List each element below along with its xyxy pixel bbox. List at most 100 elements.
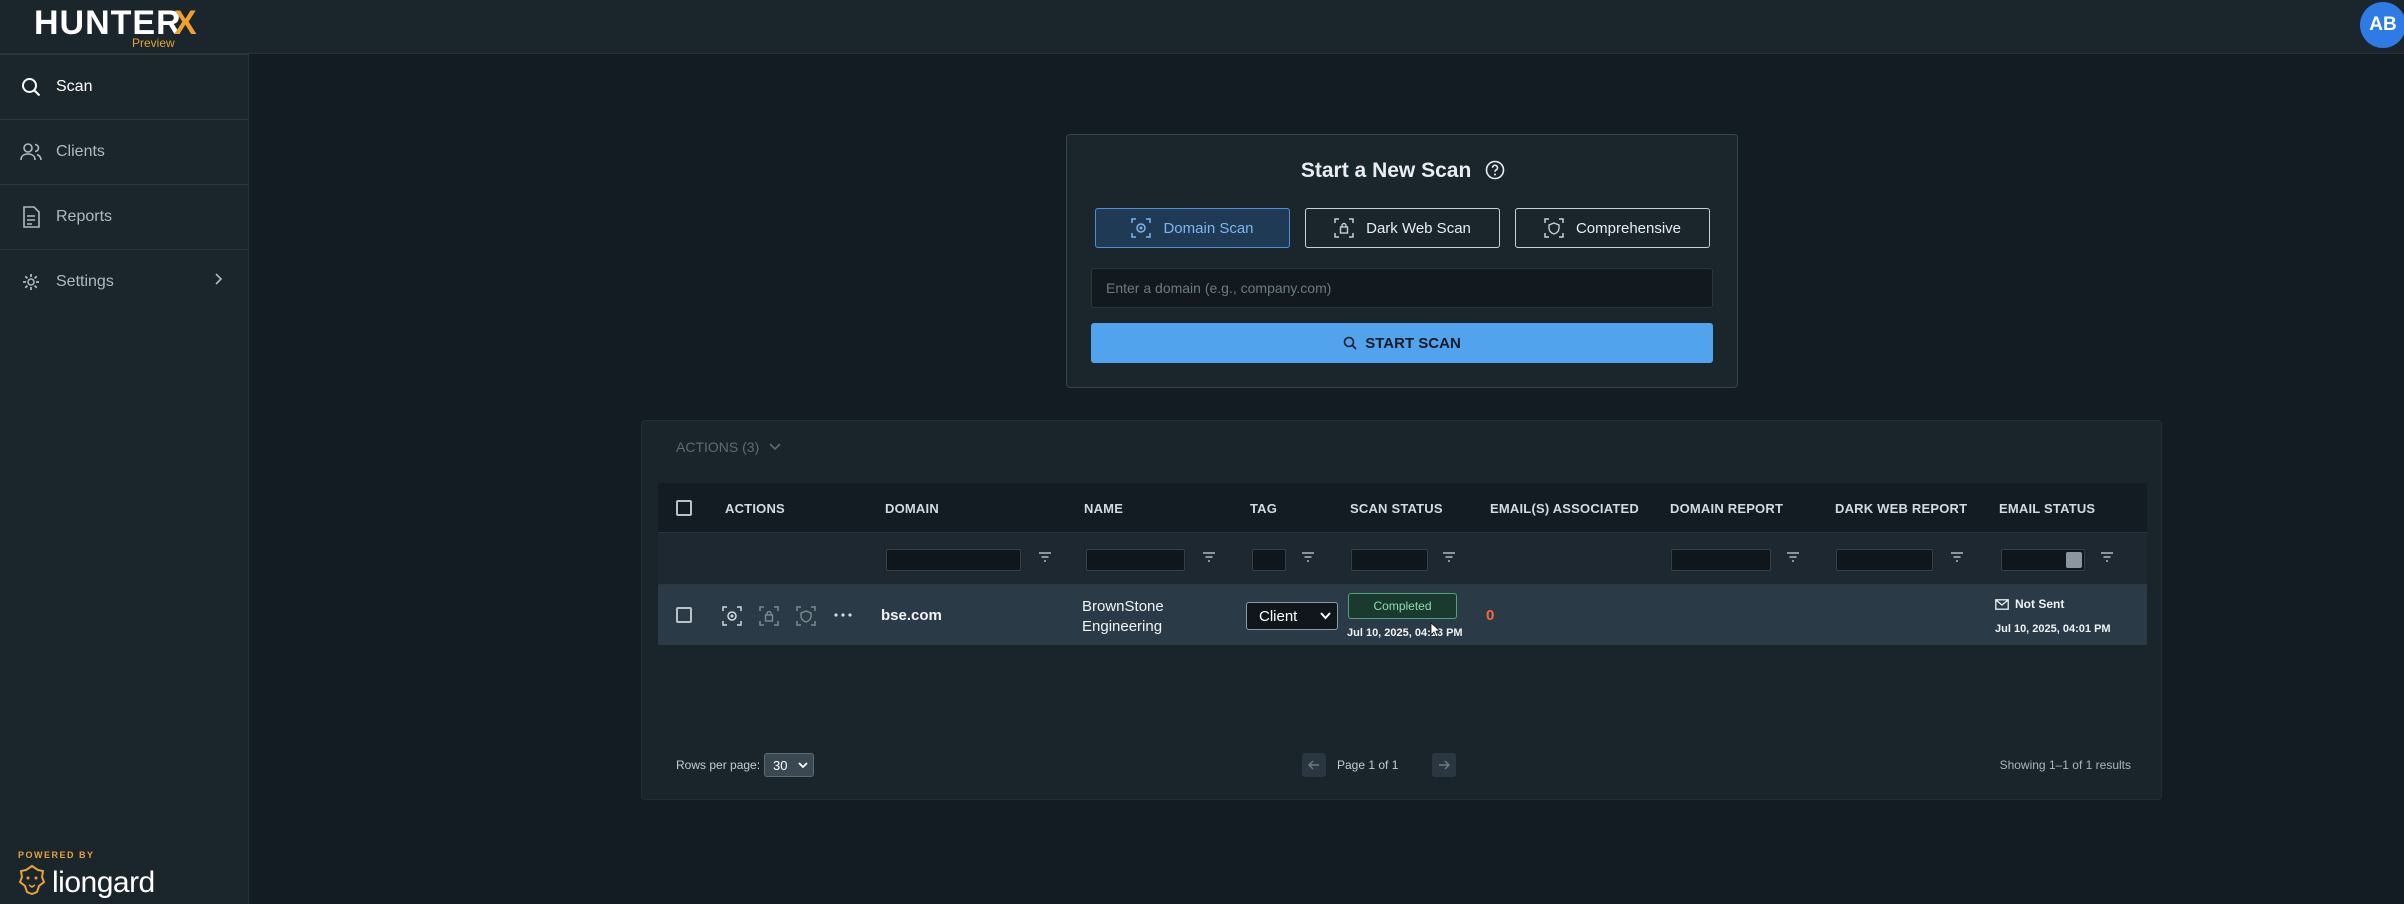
search-icon	[20, 76, 42, 98]
domain-input[interactable]	[1091, 268, 1713, 308]
sidebar-item-label: Scan	[56, 77, 93, 95]
col-domain[interactable]: DOMAIN	[885, 501, 939, 516]
bulk-actions-label: ACTIONS (3)	[676, 439, 760, 455]
comprehensive-scan-icon	[1544, 218, 1564, 238]
chevron-down-icon	[1320, 612, 1331, 620]
table-row[interactable]: bse.com BrownStone Engineering Client Co…	[658, 585, 2147, 645]
search-icon	[1343, 336, 1357, 350]
pagination: Rows per page: 30 Page 1 of 1 Showing 1–…	[676, 753, 2131, 777]
dark-web-scan-button[interactable]: Dark Web Scan	[1305, 208, 1500, 248]
domain-filter-input[interactable]	[886, 549, 1021, 571]
sidebar-item-clients[interactable]: Clients	[0, 119, 249, 183]
domain-scan-icon	[1131, 218, 1152, 238]
liongard-logo: liongard	[18, 864, 155, 901]
user-avatar[interactable]: AB	[2360, 2, 2404, 48]
filter-icon[interactable]	[1301, 552, 1315, 562]
dark-web-scan-icon[interactable]	[759, 606, 779, 626]
document-icon	[20, 205, 42, 228]
sidebar-item-label: Reports	[56, 207, 113, 225]
domain-scan-label: Domain Scan	[1163, 219, 1254, 237]
users-icon	[20, 141, 42, 163]
email-status-filter-input[interactable]	[2001, 549, 2085, 571]
domain-cell[interactable]: bse.com	[881, 607, 942, 624]
email-status: Not Sent	[1995, 597, 2064, 611]
domain-scan-button[interactable]: Domain Scan	[1095, 208, 1290, 248]
gear-icon	[20, 271, 42, 293]
dark-web-scan-icon	[1334, 218, 1354, 238]
domain-scan-icon[interactable]	[722, 606, 742, 626]
filter-icon[interactable]	[1038, 552, 1052, 562]
arrow-right-icon	[1438, 760, 1450, 770]
chevron-down-icon	[798, 762, 808, 769]
filter-row	[658, 533, 2147, 585]
sidebar-item-scan[interactable]: Scan	[0, 54, 249, 118]
comprehensive-scan-label: Comprehensive	[1575, 219, 1682, 237]
tag-filter-input[interactable]	[1252, 549, 1286, 571]
sidebar-item-settings[interactable]: Settings	[0, 249, 249, 313]
liongard-text: liongard	[52, 865, 155, 899]
more-options-icon[interactable]	[834, 613, 852, 617]
filter-icon[interactable]	[1786, 552, 1800, 562]
sidebar-item-label: Settings	[56, 272, 114, 290]
scan-status-filter-input[interactable]	[1351, 549, 1428, 571]
calendar-icon[interactable]	[2066, 552, 2082, 568]
rows-per-page-value: 30	[773, 757, 788, 773]
prev-page-button[interactable]	[1302, 753, 1326, 777]
chevron-right-icon	[213, 272, 223, 291]
comprehensive-scan-icon[interactable]	[796, 606, 816, 626]
select-all-checkbox[interactable]	[676, 500, 692, 516]
logo-x: X	[174, 4, 197, 42]
rows-per-page-select[interactable]: 30	[764, 753, 814, 777]
email-status-text: Not Sent	[2015, 597, 2065, 611]
scan-card-title: Start a New Scan	[1067, 159, 1739, 186]
filter-icon[interactable]	[1950, 552, 1964, 562]
hunterx-logo[interactable]: HUNTER X Preview	[34, 4, 204, 50]
col-name[interactable]: NAME	[1084, 501, 1123, 516]
results-summary: Showing 1–1 of 1 results	[1999, 758, 2131, 772]
scan-status-badge: Completed	[1348, 593, 1457, 619]
filter-icon[interactable]	[2100, 552, 2114, 562]
mail-icon	[1995, 598, 2009, 610]
next-page-button[interactable]	[1432, 753, 1456, 777]
tag-value: Client	[1259, 607, 1298, 625]
email-status-time: Jul 10, 2025, 04:01 PM	[1995, 623, 2111, 635]
sidebar-item-label: Clients	[56, 142, 105, 160]
filter-icon[interactable]	[1202, 552, 1216, 562]
preview-badge: Preview	[132, 36, 175, 50]
sidebar-item-reports[interactable]: Reports	[0, 184, 249, 248]
col-dark-web-report[interactable]: DARK WEB REPORT	[1835, 501, 1967, 516]
mouse-cursor-icon	[1430, 622, 1442, 643]
sidebar: Scan Clients Reports Settings POWERED BY…	[0, 54, 249, 904]
arrow-left-icon	[1308, 760, 1320, 770]
filter-icon[interactable]	[1442, 552, 1456, 562]
powered-by-label: POWERED BY	[18, 850, 95, 860]
name-filter-input[interactable]	[1086, 549, 1185, 571]
chevron-down-icon	[769, 443, 781, 451]
start-scan-button[interactable]: START SCAN	[1091, 323, 1713, 363]
col-emails-associated[interactable]: EMAIL(S) ASSOCIATED	[1490, 501, 1639, 516]
domain-report-filter-input[interactable]	[1671, 549, 1771, 571]
col-tag[interactable]: TAG	[1250, 501, 1277, 516]
col-email-status[interactable]: EMAIL STATUS	[1999, 501, 2095, 516]
dark-web-report-filter-input[interactable]	[1836, 549, 1933, 571]
lion-icon	[18, 864, 46, 901]
emails-associated-count[interactable]: 0	[1486, 607, 1494, 624]
scan-title-text: Start a New Scan	[1300, 159, 1472, 182]
comprehensive-scan-button[interactable]: Comprehensive	[1515, 208, 1710, 248]
new-scan-card: Start a New Scan Domain Scan Dark Web Sc…	[1066, 134, 1738, 388]
table-header: ACTIONS DOMAIN NAME TAG SCAN STATUS EMAI…	[658, 483, 2147, 533]
tag-select[interactable]: Client	[1246, 602, 1338, 630]
col-scan-status[interactable]: SCAN STATUS	[1350, 501, 1443, 516]
dark-web-scan-label: Dark Web Scan	[1366, 219, 1471, 237]
page-indicator: Page 1 of 1	[1337, 758, 1399, 772]
scan-status-time: Jul 10, 2025, 04:13 PM	[1347, 627, 1463, 639]
name-cell: BrownStone Engineering	[1082, 598, 1164, 635]
col-domain-report[interactable]: DOMAIN REPORT	[1670, 501, 1783, 516]
help-icon[interactable]	[1485, 160, 1505, 186]
bulk-actions-dropdown[interactable]: ACTIONS (3)	[676, 439, 781, 455]
col-actions: ACTIONS	[725, 501, 785, 516]
rows-per-page-label: Rows per page:	[676, 758, 761, 772]
start-scan-label: START SCAN	[1365, 334, 1461, 352]
top-bar: HUNTER X Preview AB	[0, 0, 2404, 54]
row-checkbox[interactable]	[676, 607, 692, 623]
